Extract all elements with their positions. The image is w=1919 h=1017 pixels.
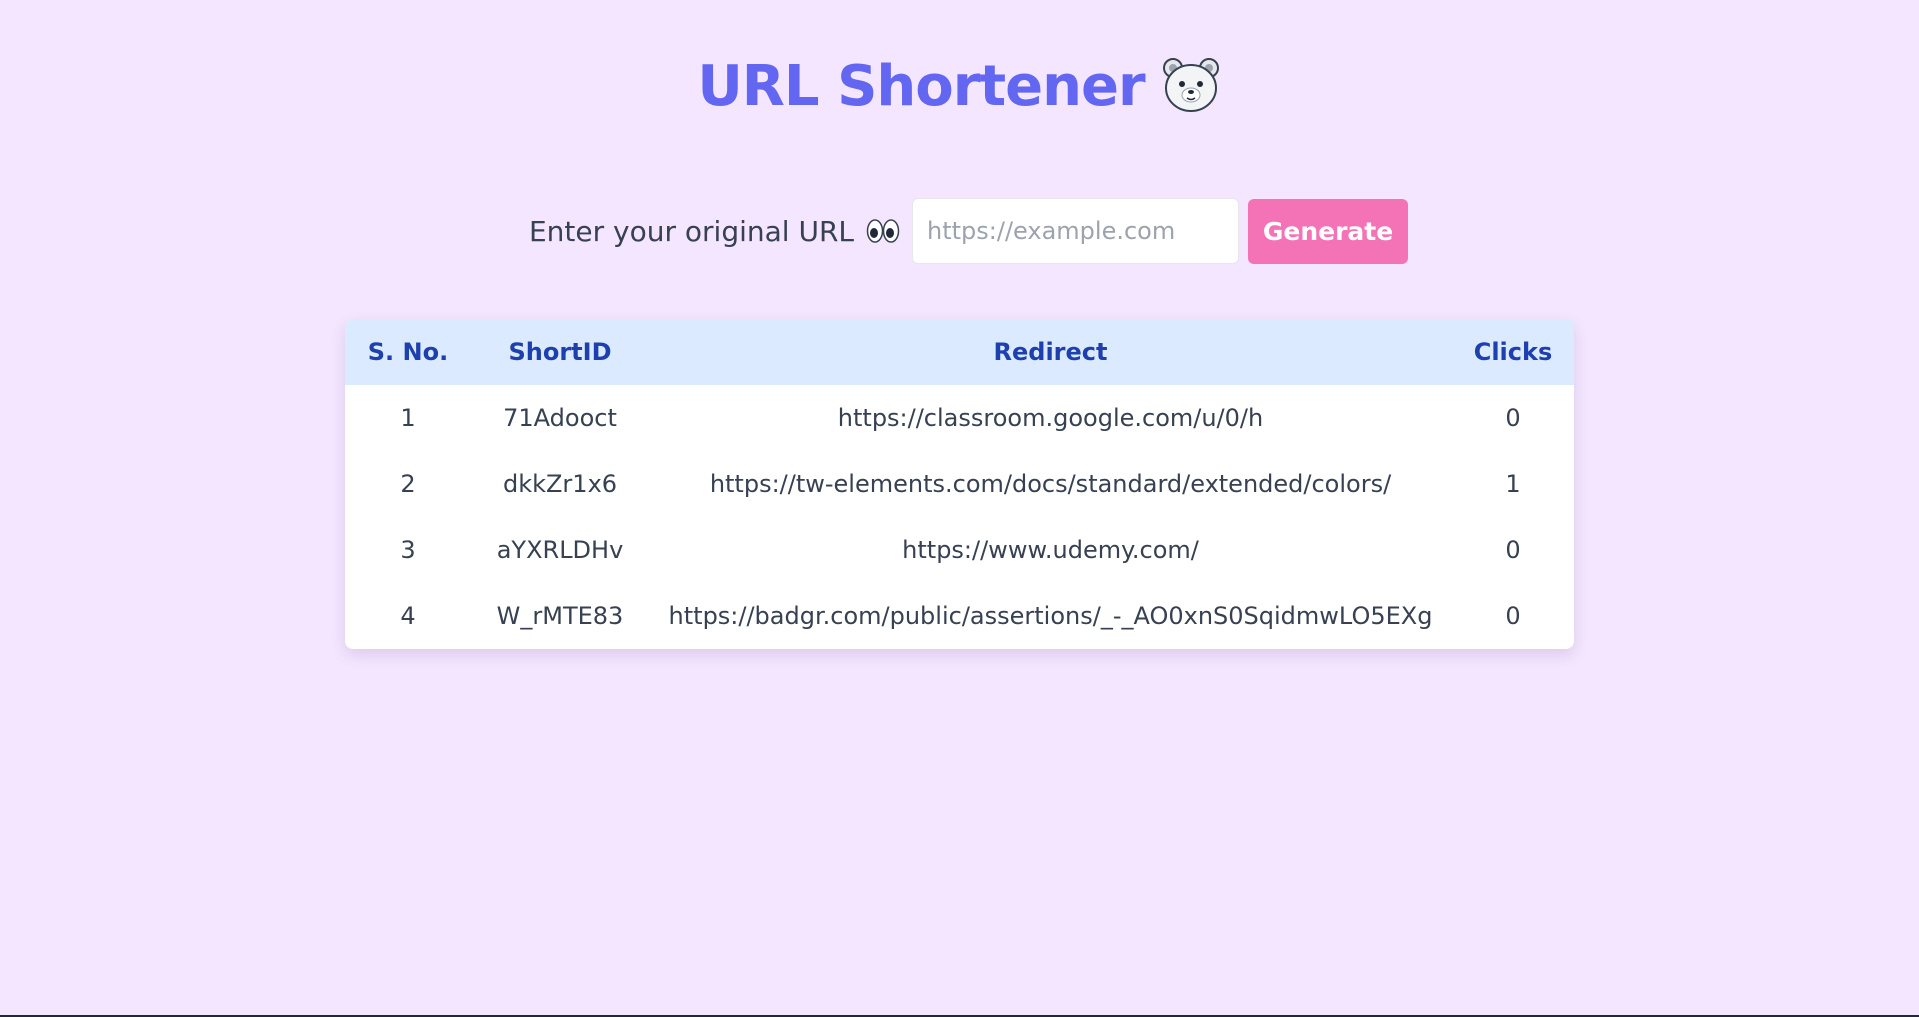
column-header-shortid: ShortID bbox=[508, 338, 612, 366]
urls-table: S. No. ShortID Redirect Clicks 1 71Adooc… bbox=[345, 319, 1574, 649]
cell-redirect: https://classroom.google.com/u/0/h bbox=[837, 404, 1264, 432]
cell-sno: 4 bbox=[400, 602, 416, 630]
cell-redirect: https://www.udemy.com/ bbox=[902, 536, 1199, 564]
cell-clicks: 0 bbox=[1505, 404, 1521, 432]
bear-face-icon bbox=[1160, 54, 1222, 116]
column-header-redirect: Redirect bbox=[993, 338, 1108, 366]
table-row: 3 aYXRLDHv https://www.udemy.com/ 0 bbox=[345, 517, 1574, 583]
url-input[interactable] bbox=[912, 198, 1240, 264]
urls-table-container: S. No. ShortID Redirect Clicks 1 71Adooc… bbox=[345, 319, 1574, 649]
page-title: URL Shortener bbox=[697, 54, 1145, 119]
cell-sno: 1 bbox=[400, 404, 416, 432]
url-label-text: Enter your original URL bbox=[528, 214, 855, 248]
table-row: 1 71Adooct https://classroom.google.com/… bbox=[345, 385, 1574, 451]
table-body: 1 71Adooct https://classroom.google.com/… bbox=[345, 385, 1574, 649]
cell-shortid: aYXRLDHv bbox=[496, 536, 624, 564]
column-header-clicks: Clicks bbox=[1473, 338, 1553, 366]
page: URL Shortener Enter your original URL ht… bbox=[0, 0, 1919, 1017]
generate-button[interactable]: Generate bbox=[1248, 198, 1409, 264]
table-header-row: S. No. ShortID Redirect Clicks bbox=[345, 319, 1574, 385]
cell-shortid: dkkZr1x6 bbox=[502, 470, 618, 498]
header: URL Shortener bbox=[0, 52, 1919, 122]
cell-sno: 2 bbox=[400, 470, 416, 498]
column-header-sno: S. No. bbox=[367, 338, 449, 366]
cell-clicks: 0 bbox=[1505, 602, 1521, 630]
table-row: 4 W_rMTE83 https://badgr.com/public/asse… bbox=[345, 583, 1574, 649]
cell-clicks: 0 bbox=[1505, 536, 1521, 564]
cell-clicks: 1 bbox=[1505, 470, 1521, 498]
cell-redirect: https://badgr.com/public/assertions/_-_A… bbox=[668, 602, 1433, 630]
eyes-icon bbox=[866, 218, 900, 244]
cell-shortid: 71Adooct bbox=[503, 404, 617, 432]
url-label: Enter your original URL bbox=[529, 215, 900, 248]
table-header: S. No. ShortID Redirect Clicks bbox=[345, 319, 1574, 385]
cell-shortid: W_rMTE83 bbox=[496, 602, 624, 630]
cell-redirect: https://tw-elements.com/docs/standard/ex… bbox=[709, 470, 1392, 498]
table-row: 2 dkkZr1x6 https://tw-elements.com/docs/… bbox=[345, 451, 1574, 517]
cell-sno: 3 bbox=[400, 536, 416, 564]
url-form: Enter your original URL Generate bbox=[0, 198, 1919, 264]
